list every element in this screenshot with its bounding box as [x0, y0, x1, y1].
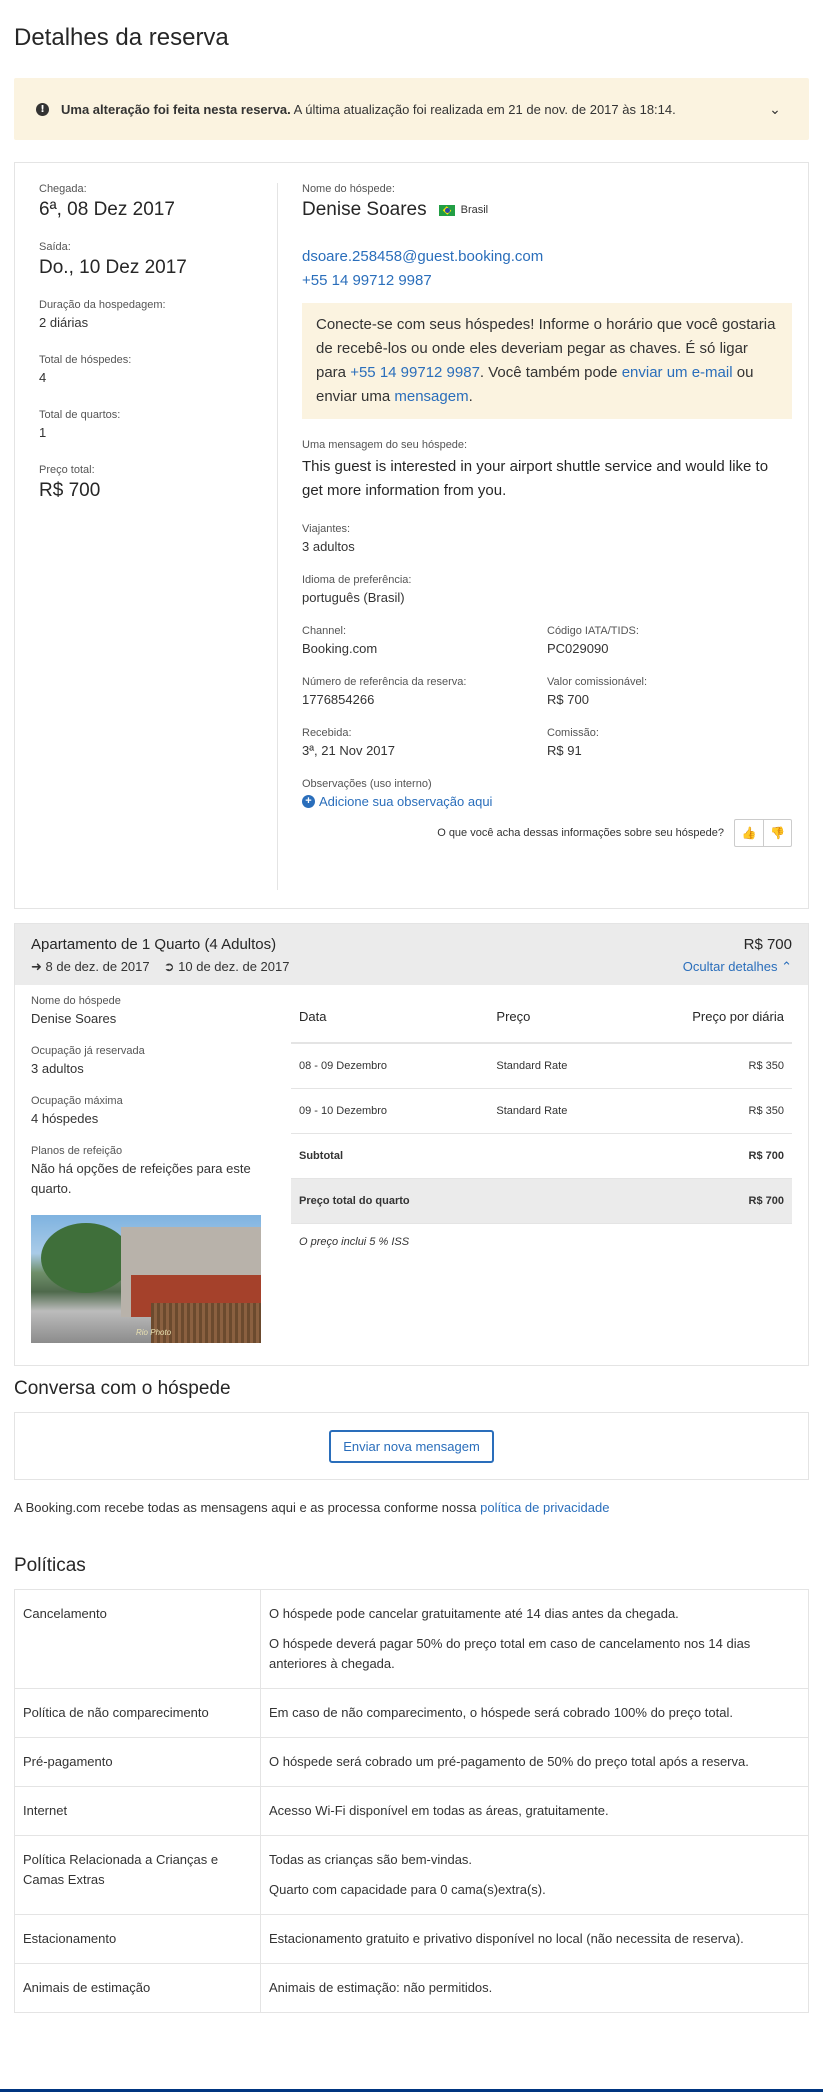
room-guest-label: Nome do hóspede — [31, 995, 121, 1007]
contact-tip: Conecte-se com seus hóspedes! Informe o … — [302, 303, 792, 419]
policy-row: Estacionamento Estacionamento gratuito e… — [14, 1914, 809, 1964]
checkout-label: Saída: — [39, 241, 71, 253]
thumbs-down-icon[interactable]: 👎 — [763, 820, 791, 846]
commission-value: R$ 91 — [547, 743, 582, 758]
thumbs-up-icon[interactable]: 👍 — [735, 820, 763, 846]
room-photo[interactable]: Rio Photo — [31, 1215, 261, 1343]
travelers-value: 3 adultos — [302, 539, 355, 554]
guest-phone-link[interactable]: +55 14 99712 9987 — [302, 272, 432, 289]
chevron-up-icon: ⌃ — [781, 959, 792, 974]
room-checkin: ➜ 8 de dez. de 2017 — [31, 959, 150, 974]
brazil-flag-icon — [438, 204, 455, 216]
guest-message-label: Uma mensagem do seu hóspede: — [302, 439, 468, 451]
max-occupancy-value: 4 hóspedes — [31, 1111, 99, 1126]
sign-out-icon: ➲ — [163, 959, 175, 974]
room-header: Apartamento de 1 Quarto (4 Adultos) ➜ 8 … — [15, 924, 808, 985]
policy-row: Cancelamento O hóspede pode cancelar gra… — [14, 1589, 809, 1689]
alert-message: Uma alteração foi feita nesta reserva. A… — [61, 101, 676, 117]
privacy-notice: A Booking.com recebe todas as mensagens … — [14, 1500, 610, 1515]
guest-country: Brasil — [460, 204, 489, 216]
rooms-label: Total de quartos: — [39, 409, 121, 421]
hide-details-link[interactable]: Ocultar detalhes ⌃ — [683, 959, 792, 975]
channel-value: Booking.com — [302, 641, 378, 656]
col-nightly: Preço por diária — [623, 995, 792, 1044]
iata-label: Código IATA/TIDS: — [547, 625, 639, 637]
photo-watermark: Rio Photo — [136, 1328, 172, 1337]
conversation-box: Enviar nova mensagem — [14, 1412, 809, 1480]
policies-title: Políticas — [14, 1555, 86, 1576]
info-icon: ! — [36, 102, 49, 116]
language-label: Idioma de preferência: — [302, 574, 412, 586]
received-value: 3ª, 21 Nov 2017 — [302, 743, 395, 758]
total-price-label: Preço total: — [39, 464, 95, 476]
room-checkout: ➲ 10 de dez. de 2017 — [163, 959, 290, 974]
tip-message-link[interactable]: mensagem — [394, 388, 468, 405]
commissionable-label: Valor comissionável: — [547, 676, 648, 688]
subtotal-row: Subtotal R$ 700 — [291, 1133, 792, 1179]
commissionable-value: R$ 700 — [547, 692, 589, 707]
checkin-date: 6ª, 08 Dez 2017 — [39, 199, 175, 220]
policy-row: Política de não comparecimento Em caso d… — [14, 1688, 809, 1738]
guests-label: Total de hóspedes: — [39, 354, 132, 366]
room-price: R$ 700 — [743, 936, 792, 953]
max-occupancy-label: Ocupação máxima — [31, 1095, 123, 1107]
total-row: Preço total do quarto R$ 700 — [291, 1178, 792, 1224]
send-new-message-button[interactable]: Enviar nova mensagem — [329, 1429, 494, 1463]
booking-card: Chegada: 6ª, 08 Dez 2017 Saída: Do., 10 … — [14, 162, 809, 909]
iata-value: PC029090 — [547, 641, 609, 656]
room-card: Apartamento de 1 Quarto (4 Adultos) ➜ 8 … — [14, 923, 809, 1366]
add-note-link[interactable]: + Adicione sua observação aqui — [302, 794, 792, 809]
rooms-value: 1 — [39, 425, 47, 440]
col-price: Preço — [488, 995, 624, 1044]
change-alert[interactable]: ! Uma alteração foi feita nesta reserva.… — [14, 78, 809, 140]
add-note-label: Adicione sua observação aqui — [319, 794, 493, 809]
policy-row: Política Relacionada a Crianças e Camas … — [14, 1835, 809, 1915]
price-table: Data Preço Preço por diária 08 - 09 Deze… — [291, 995, 792, 1224]
room-title: Apartamento de 1 Quarto (4 Adultos) — [31, 936, 277, 953]
meal-plans-label: Planos de refeição — [31, 1145, 123, 1157]
checkout-date: Do., 10 Dez 2017 — [39, 257, 187, 278]
meal-plans-value: Não há opções de refeições para este qua… — [31, 1161, 251, 1196]
notes-label: Observações (uso interno) — [302, 778, 432, 790]
plus-circle-icon: + — [302, 795, 315, 808]
col-date: Data — [291, 995, 489, 1044]
chevron-down-icon[interactable]: ⌄ — [765, 101, 785, 118]
guest-name: Denise Soares — [302, 199, 427, 220]
guests-value: 4 — [39, 370, 47, 385]
policy-row: Animais de estimação Animais de estimaçã… — [14, 1963, 809, 2013]
reference-label: Número de referência da reserva: — [302, 676, 467, 688]
feedback-question: O que você acha dessas informações sobre… — [437, 827, 724, 839]
policy-row: Pré-pagamento O hóspede será cobrado um … — [14, 1737, 809, 1787]
guest-message: This guest is interested in your airport… — [302, 458, 769, 499]
guest-details: Nome do hóspede: Denise Soares Brasil ds… — [278, 183, 792, 890]
occupancy-value: 3 adultos — [31, 1061, 84, 1076]
page-title: Detalhes da reserva — [14, 24, 229, 51]
channel-label: Channel: — [302, 625, 347, 637]
commission-label: Comissão: — [547, 727, 599, 739]
room-guest-name: Denise Soares — [31, 1011, 117, 1026]
policy-row: Internet Acesso Wi-Fi disponível em toda… — [14, 1786, 809, 1836]
tip-email-link[interactable]: enviar um e-mail — [622, 364, 733, 381]
received-label: Recebida: — [302, 727, 352, 739]
policies-table: Cancelamento O hóspede pode cancelar gra… — [14, 1589, 809, 2013]
table-row: 09 - 10 Dezembro Standard Rate R$ 350 — [291, 1088, 792, 1134]
tax-note: O preço inclui 5 % ISS — [299, 1236, 410, 1248]
guest-name-label: Nome do hóspede: — [302, 183, 395, 195]
tip-phone-link[interactable]: +55 14 99712 9987 — [350, 364, 480, 381]
reference-value: 1776854266 — [302, 692, 375, 707]
guest-email-link[interactable]: dsoare.258458@guest.booking.com — [302, 248, 543, 265]
privacy-policy-link[interactable]: política de privacidade — [480, 1500, 609, 1515]
booking-summary: Chegada: 6ª, 08 Dez 2017 Saída: Do., 10 … — [39, 183, 278, 890]
travelers-label: Viajantes: — [302, 523, 351, 535]
total-price-value: R$ 700 — [39, 480, 101, 501]
duration-label: Duração da hospedagem: — [39, 299, 166, 311]
sign-in-icon: ➜ — [31, 959, 42, 974]
feedback-bar: O que você acha dessas informações sobre… — [302, 819, 792, 847]
table-row: 08 - 09 Dezembro Standard Rate R$ 350 — [291, 1043, 792, 1089]
language-value: português (Brasil) — [302, 590, 405, 605]
duration-value: 2 diárias — [39, 315, 89, 330]
occupancy-label: Ocupação já reservada — [31, 1045, 145, 1057]
checkin-label: Chegada: — [39, 183, 87, 195]
conversation-title: Conversa com o hóspede — [14, 1378, 231, 1399]
